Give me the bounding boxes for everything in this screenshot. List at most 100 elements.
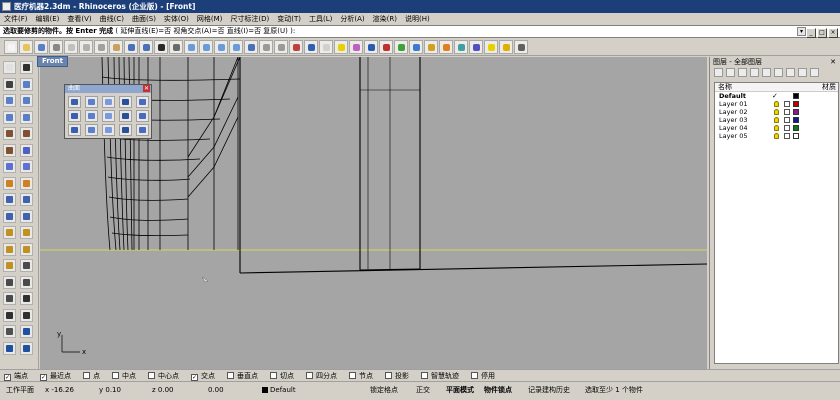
layer-lock-icon[interactable]: [784, 117, 790, 123]
osnap-checkbox[interactable]: [227, 372, 234, 379]
menu-item[interactable]: 尺寸标注(D): [226, 13, 273, 25]
undo-icon[interactable]: [124, 40, 138, 54]
layer-visible-bulb-icon[interactable]: [774, 125, 779, 131]
zoom-extents-icon[interactable]: [214, 40, 228, 54]
sweep-icon[interactable]: [20, 176, 33, 190]
split-icon[interactable]: [3, 275, 16, 289]
viewport-layout-icon[interactable]: [259, 40, 273, 54]
surface-blend-icon[interactable]: [85, 124, 98, 136]
surface-loft-icon[interactable]: [102, 110, 115, 122]
new-layer-icon[interactable]: [714, 68, 723, 77]
status-ortho[interactable]: 正交: [416, 385, 430, 395]
surface-trim-icon[interactable]: [136, 124, 149, 136]
set-cplane-icon[interactable]: [289, 40, 303, 54]
surface-network-icon[interactable]: [136, 110, 149, 122]
delete-layer-icon[interactable]: [738, 68, 747, 77]
layer-visible-bulb-icon[interactable]: [774, 133, 779, 139]
viewport-title-tab[interactable]: Front: [37, 56, 68, 67]
curve-polyline-icon[interactable]: [3, 77, 16, 91]
surface-fillet-icon[interactable]: [102, 124, 115, 136]
menu-item[interactable]: 网格(M): [193, 13, 227, 25]
sun-icon[interactable]: [499, 40, 513, 54]
layer-color-swatch[interactable]: [793, 125, 799, 131]
properties-icon[interactable]: [319, 40, 333, 54]
analyze-icon[interactable]: [20, 325, 33, 338]
dimension-icon[interactable]: [20, 292, 33, 305]
surface-from-edges-icon[interactable]: [85, 96, 98, 108]
osnap-checkbox[interactable]: [471, 372, 478, 379]
zoom-dynamic-icon[interactable]: [184, 40, 198, 54]
material-icon[interactable]: [454, 40, 468, 54]
scale-icon[interactable]: [3, 242, 16, 256]
maximize-icon[interactable]: □: [817, 28, 827, 38]
paste-icon[interactable]: [109, 40, 123, 54]
menu-item[interactable]: 查看(V): [63, 13, 95, 25]
status-planar[interactable]: 平面模式: [446, 385, 474, 395]
status-osnap[interactable]: 物件锁点: [484, 385, 512, 395]
light-icon[interactable]: [484, 40, 498, 54]
layer-color-swatch[interactable]: [793, 101, 799, 107]
status-cplane[interactable]: 工作平面: [6, 385, 34, 395]
layer-color-swatch[interactable]: [793, 117, 799, 123]
menu-item[interactable]: 曲线(C): [96, 13, 128, 25]
transform-move-icon[interactable]: [3, 226, 16, 239]
rotate-view-icon[interactable]: [169, 40, 183, 54]
join-icon[interactable]: [20, 275, 33, 289]
layer-color-swatch[interactable]: [793, 93, 799, 99]
menu-item[interactable]: 变动(T): [273, 13, 305, 25]
surface-sweep-icon[interactable]: [119, 110, 132, 122]
osnap-checkbox[interactable]: [83, 372, 90, 379]
status-history[interactable]: 记录建构历史: [528, 385, 570, 395]
explode-icon[interactable]: [3, 292, 16, 305]
move-up-icon[interactable]: [750, 68, 759, 77]
options-icon[interactable]: [514, 40, 528, 54]
wireframe-icon[interactable]: [409, 40, 423, 54]
shaded-icon[interactable]: [364, 40, 378, 54]
undo-view-icon[interactable]: [244, 40, 258, 54]
help-icon[interactable]: [810, 68, 819, 77]
ghosted-icon[interactable]: [394, 40, 408, 54]
osnap-checkbox[interactable]: [349, 372, 356, 379]
tools-icon[interactable]: [798, 68, 807, 77]
command-line[interactable]: 选取要修剪的物件。按 Enter 完成 ( 延伸直线(E)=否 视角交点(A)=…: [0, 25, 840, 38]
layer-lock-icon[interactable]: [784, 101, 790, 107]
extend-icon[interactable]: [3, 143, 16, 157]
new-sublayer-icon[interactable]: [726, 68, 735, 77]
trim-icon[interactable]: [20, 259, 33, 272]
column-material[interactable]: 材质: [822, 83, 836, 92]
render-preview-icon[interactable]: [439, 40, 453, 54]
surface-from-curves-icon[interactable]: [20, 143, 33, 157]
menu-item[interactable]: 编辑(E): [32, 13, 64, 25]
surface-offset-icon[interactable]: [119, 124, 132, 136]
select-icon[interactable]: [3, 61, 16, 74]
rendered-icon[interactable]: [379, 40, 393, 54]
menu-item[interactable]: 曲面(S): [128, 13, 160, 25]
boolean-difference-icon[interactable]: [20, 209, 33, 223]
surface-extrude-icon[interactable]: [68, 110, 81, 122]
point-on-icon[interactable]: [304, 40, 318, 54]
layer-color-swatch[interactable]: [793, 133, 799, 139]
layer-color-swatch[interactable]: [793, 109, 799, 115]
close-icon[interactable]: ✕: [143, 85, 150, 92]
layer-lock-icon[interactable]: [784, 125, 790, 131]
rotate-icon[interactable]: [20, 226, 33, 239]
environment-icon[interactable]: [469, 40, 483, 54]
text-icon[interactable]: [3, 308, 16, 322]
four-viewports-icon[interactable]: [274, 40, 288, 54]
menu-item[interactable]: 工具(L): [305, 13, 336, 25]
zoom-window-icon[interactable]: [199, 40, 213, 54]
status-grid-snap[interactable]: 锁定格点: [370, 385, 398, 395]
new-file-icon[interactable]: [4, 40, 18, 54]
surface-box-icon[interactable]: [136, 96, 149, 108]
layer-visible-bulb-icon[interactable]: [774, 109, 779, 115]
array-icon[interactable]: [3, 259, 16, 272]
move-to-parent-icon[interactable]: [774, 68, 783, 77]
layer-row[interactable]: Default ✓: [715, 92, 838, 100]
properties-tool-icon[interactable]: [20, 341, 33, 355]
minimize-icon[interactable]: _: [806, 28, 816, 38]
save-file-icon[interactable]: [34, 40, 48, 54]
layer-row[interactable]: Layer 02: [715, 108, 838, 116]
import-icon[interactable]: [64, 40, 78, 54]
polygon-icon[interactable]: [20, 110, 33, 124]
render-icon[interactable]: [424, 40, 438, 54]
